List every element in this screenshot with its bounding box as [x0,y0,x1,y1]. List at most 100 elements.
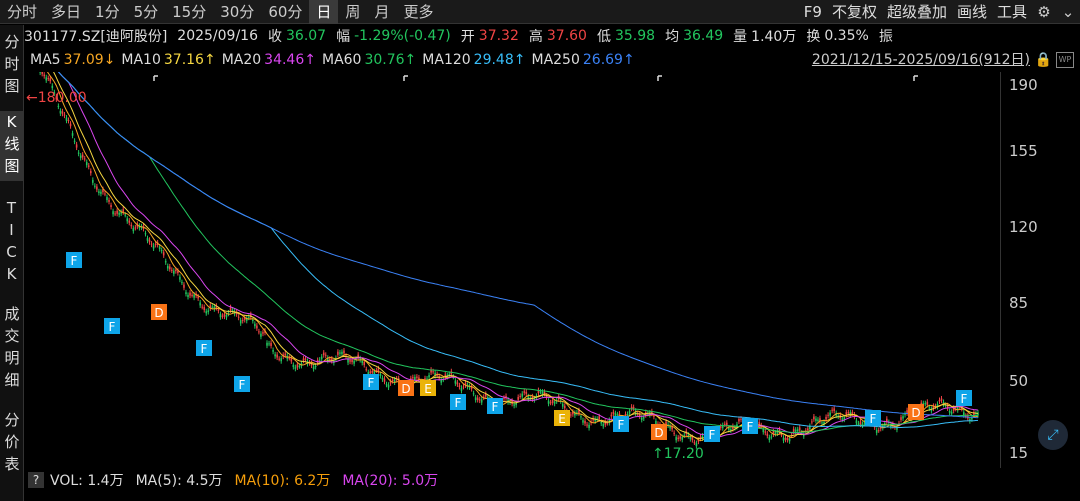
expand-icon[interactable]: ⌄ [1056,0,1080,24]
candle-body [280,358,282,362]
tab-9[interactable]: 月 [367,0,396,24]
wp-icon[interactable]: WP [1056,52,1074,68]
tab-3[interactable]: 5分 [127,0,166,24]
event-marker-E[interactable]: E [420,380,436,396]
event-marker-F[interactable]: F [363,374,379,390]
candle-body [205,311,208,314]
candle-body [191,294,193,296]
nav-tick[interactable]: TICK [0,197,23,289]
nav-kline[interactable]: K线图 [0,111,23,181]
candle-body [691,437,694,441]
tab-10[interactable]: 更多 [396,0,440,24]
settings-icon[interactable]: ⚙ [1032,0,1056,24]
event-marker-F[interactable]: F [104,318,120,334]
candle-body [855,420,858,424]
adjust-dropdown[interactable]: 不复权 [827,0,882,24]
stock-code: 301177.SZ[迪阿股份] [24,29,168,45]
event-marker-E[interactable]: E [554,410,570,426]
candle-body [162,252,165,256]
candle-body [847,412,850,414]
candle-body [288,357,291,359]
tab-6[interactable]: 60分 [261,0,309,24]
event-marker-F[interactable]: F [450,394,466,410]
candle-body [600,422,603,424]
candle-body [268,343,270,345]
ytick-15: 15 [1009,444,1029,462]
candle-body [640,417,643,420]
tab-8[interactable]: 周 [338,0,367,24]
candle-body [241,319,244,321]
candle-body [87,165,90,167]
lock-icon[interactable]: 🔒 [1035,52,1052,68]
candle-body [677,437,679,439]
event-marker-F[interactable]: F [704,426,720,442]
candle-body [770,436,773,438]
candle-body [77,152,80,154]
fullscreen-icon[interactable]: ⤢ [1038,420,1068,450]
close-price: 36.07 [286,28,327,44]
candle-body [798,427,801,431]
tab-7[interactable]: 日 [309,0,339,24]
nav-trade-detail[interactable]: 成交明细 [0,303,23,395]
draw-button[interactable]: 画线 [952,0,992,24]
candle-body [561,403,564,407]
event-marker-F[interactable]: F [66,252,82,268]
candle-body [478,399,481,401]
event-marker-D[interactable]: D [908,404,924,420]
tools-button[interactable]: 工具 [992,0,1032,24]
candle-body [831,409,833,411]
candle-body [173,270,175,274]
nav-price-table[interactable]: 分价表 [0,409,23,479]
ytick-155: 155 [1009,142,1038,160]
avg-price: 36.49 [683,28,724,44]
candle-body [549,402,552,404]
kline-chart[interactable]: ←180.00 ↑17.20 F F D F F F D E F F E F D F F F D F [24,39,1000,468]
candle-body [81,154,84,158]
ma10-line [27,43,979,439]
tab-4[interactable]: 15分 [165,0,213,24]
candle-body [730,429,732,431]
ytick-85: 85 [1009,294,1029,312]
nav-timeshare[interactable]: 分时图 [0,31,23,99]
ytick-120: 120 [1009,218,1038,236]
volume-value: 1.40万 [751,29,797,45]
candle-body [61,111,64,114]
candle-body [764,431,767,433]
vol-ma5: MA(5): 4.5万 [135,473,223,489]
event-marker-F[interactable]: F [865,410,881,426]
f9-button[interactable]: F9 [799,0,827,24]
candle-body [175,269,177,272]
event-marker-F[interactable]: F [196,340,212,356]
candle-body [719,426,722,428]
event-marker-F[interactable]: F [742,418,758,434]
tab-0[interactable]: 分时 [0,0,44,24]
candle-body [231,309,234,311]
help-icon[interactable]: ? [28,472,44,488]
tab-2[interactable]: 1分 [88,0,127,24]
event-marker-D[interactable]: D [398,380,414,396]
candle-body [152,245,155,249]
date-range[interactable]: 2021/12/15-2025/09/16(912日) [812,50,1030,70]
svg-text:F: F [492,400,499,414]
event-marker-F[interactable]: F [613,416,629,432]
event-marker-F[interactable]: F [487,398,503,414]
tab-5[interactable]: 30分 [213,0,261,24]
candle-body [794,429,797,432]
event-marker-D[interactable]: D [651,424,667,440]
event-marker-D[interactable]: D [151,304,167,320]
ma-value-1: 37.16↑ [163,52,216,68]
svg-text:F: F [455,396,462,410]
event-marker-F[interactable]: F [234,376,250,392]
candle-body [570,414,572,416]
svg-text:F: F [239,378,246,392]
tab-1[interactable]: 多日 [44,0,88,24]
candle-body [774,432,777,434]
candle-body [460,387,463,391]
candle-body [762,429,765,433]
candle-body [211,306,214,308]
candle-body [387,384,390,388]
overlay-button[interactable]: 超级叠加 [882,0,952,24]
candle-body [63,114,66,116]
candle-body [462,386,465,388]
event-marker-F[interactable]: F [956,390,972,406]
